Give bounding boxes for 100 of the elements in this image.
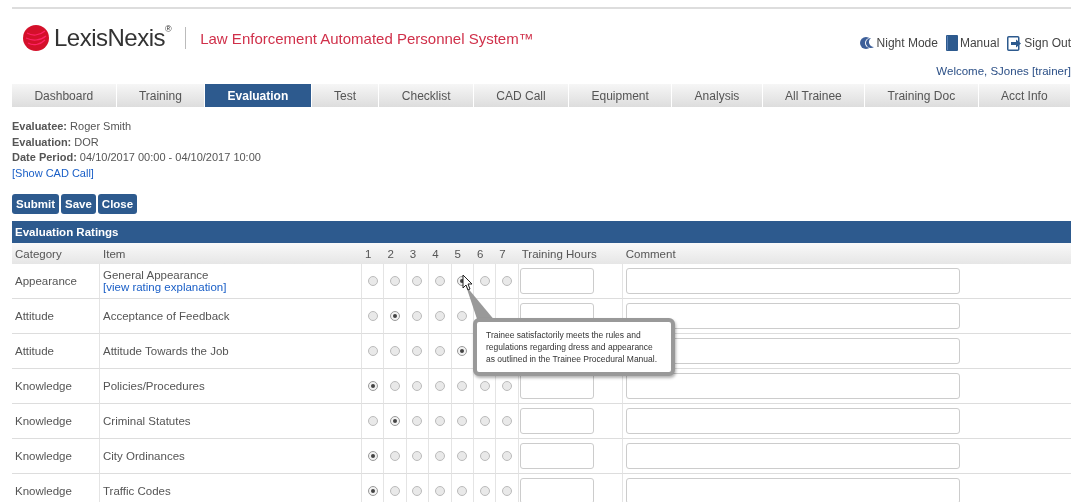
nav-tab[interactable]: CAD Call — [473, 84, 570, 107]
info-line: Evaluation: DOR — [12, 134, 100, 150]
nav-tab[interactable]: Training — [116, 84, 206, 107]
rating-radio[interactable] — [502, 416, 513, 426]
rating-radio[interactable] — [390, 486, 401, 496]
column-header: Item — [100, 243, 362, 264]
comment-field[interactable] — [625, 373, 960, 399]
action-button[interactable]: Close — [97, 194, 138, 214]
rating-radio[interactable] — [367, 486, 378, 496]
header-link[interactable]: Night Mode — [876, 36, 938, 50]
nav-tab[interactable]: Test — [311, 84, 380, 107]
rating-radio[interactable] — [412, 451, 423, 461]
rating-radio[interactable] — [390, 451, 401, 461]
table-cell: Knowledge — [12, 439, 100, 474]
rating-radio[interactable] — [412, 276, 423, 286]
rating-radio[interactable] — [367, 451, 378, 461]
nav-tab[interactable]: Training Doc — [865, 84, 979, 107]
rating-radio[interactable] — [434, 451, 445, 461]
item-text: Acceptance of Feedback — [103, 310, 230, 322]
brand-name: LexisNexis® — [54, 24, 172, 52]
rating-radio[interactable] — [457, 416, 468, 426]
rating-radio[interactable] — [434, 311, 445, 321]
rating-radio[interactable] — [367, 416, 378, 426]
rating-radio[interactable] — [390, 416, 401, 426]
show-cad-link[interactable]: [Show CAD Call] — [12, 166, 94, 179]
rating-radio[interactable] — [390, 346, 401, 356]
tooltip: Trainee satisfactorily meets the rules and regulations regarding dress and appearance as outlined in the Trainee Procedural Manual. — [473, 318, 675, 376]
table-cell: Knowledge — [12, 369, 100, 404]
rating-radio[interactable] — [457, 346, 468, 356]
rating-radio[interactable] — [502, 276, 513, 286]
rating-radio[interactable] — [479, 486, 490, 496]
rating-radio[interactable] — [457, 451, 468, 461]
rating-radio[interactable] — [390, 276, 401, 286]
column-header: Training Hours — [518, 243, 623, 264]
item-text: Traffic Codes — [103, 485, 171, 497]
table-cell: Appearance — [12, 264, 100, 299]
column-header: 2 — [384, 243, 407, 264]
rating-radio[interactable] — [434, 381, 445, 391]
hours-field[interactable] — [519, 478, 594, 502]
rating-radio[interactable] — [479, 451, 490, 461]
column-header: 7 — [496, 243, 519, 264]
book-icon — [945, 35, 958, 51]
comment-field[interactable] — [625, 408, 960, 434]
hours-field[interactable] — [519, 408, 594, 434]
rating-radio[interactable] — [457, 311, 468, 321]
table-title: Evaluation Ratings — [12, 221, 1071, 243]
rating-radio[interactable] — [479, 276, 490, 286]
column-header: 3 — [406, 243, 430, 264]
info-line: Evaluatee: Roger Smith — [12, 119, 133, 134]
rating-radio[interactable] — [412, 486, 423, 496]
nav-tab[interactable]: Acct Info — [978, 84, 1071, 107]
rating-radio[interactable] — [367, 276, 378, 286]
comment-field[interactable] — [625, 478, 960, 502]
hours-field[interactable] — [519, 443, 594, 469]
nav-tab[interactable]: Evaluation — [205, 84, 312, 107]
comment-field[interactable] — [625, 303, 960, 329]
rating-radio[interactable] — [412, 311, 423, 321]
rating-radio[interactable] — [412, 381, 423, 391]
rating-explanation-link[interactable]: [view rating explanation] — [103, 281, 227, 293]
rating-radio[interactable] — [434, 276, 445, 286]
rating-radio[interactable] — [390, 381, 401, 391]
rating-radio[interactable] — [412, 416, 423, 426]
rating-radio[interactable] — [367, 346, 378, 356]
nav-tab[interactable]: Analysis — [672, 84, 763, 107]
comment-field[interactable] — [625, 268, 960, 294]
action-button[interactable]: Submit — [12, 194, 59, 214]
item-text: City Ordinances — [103, 450, 185, 462]
nav-tab[interactable]: Checklist — [379, 84, 474, 107]
action-button[interactable]: Save — [61, 194, 96, 214]
sun-moon-icon — [858, 36, 875, 50]
rating-radio[interactable] — [390, 311, 401, 321]
column-header: 4 — [429, 243, 452, 264]
rating-radio[interactable] — [479, 416, 490, 426]
rating-radio[interactable] — [434, 416, 445, 426]
header-link[interactable]: Sign Out — [1024, 36, 1071, 50]
column-header: Category — [12, 243, 100, 264]
header-link[interactable]: Manual — [959, 36, 1000, 50]
nav-tab[interactable]: All Trainee — [762, 84, 866, 107]
cursor-icon — [462, 274, 473, 291]
table-cell: Knowledge — [12, 474, 100, 502]
rating-radio[interactable] — [479, 381, 490, 391]
rating-radio[interactable] — [502, 451, 513, 461]
item-text: Policies/Procedures — [103, 380, 205, 392]
comment-field[interactable] — [625, 443, 960, 469]
rating-radio[interactable] — [367, 311, 378, 321]
table-cell: Knowledge — [12, 404, 100, 439]
hours-field[interactable] — [519, 268, 594, 294]
rating-radio[interactable] — [412, 346, 423, 356]
rating-radio[interactable] — [502, 486, 513, 496]
nav-tab[interactable]: Equipment — [569, 84, 673, 107]
nav-tab[interactable]: Dashboard — [12, 84, 117, 107]
system-title: Law Enforcement Automated Personnel System™ — [200, 29, 534, 47]
rating-radio[interactable] — [502, 381, 513, 391]
rating-radio[interactable] — [434, 486, 445, 496]
item-text: Attitude Towards the Job — [103, 345, 229, 357]
rating-radio[interactable] — [457, 381, 468, 391]
column-header: 6 — [473, 243, 497, 264]
rating-radio[interactable] — [457, 486, 468, 496]
rating-radio[interactable] — [367, 381, 378, 391]
rating-radio[interactable] — [434, 346, 445, 356]
